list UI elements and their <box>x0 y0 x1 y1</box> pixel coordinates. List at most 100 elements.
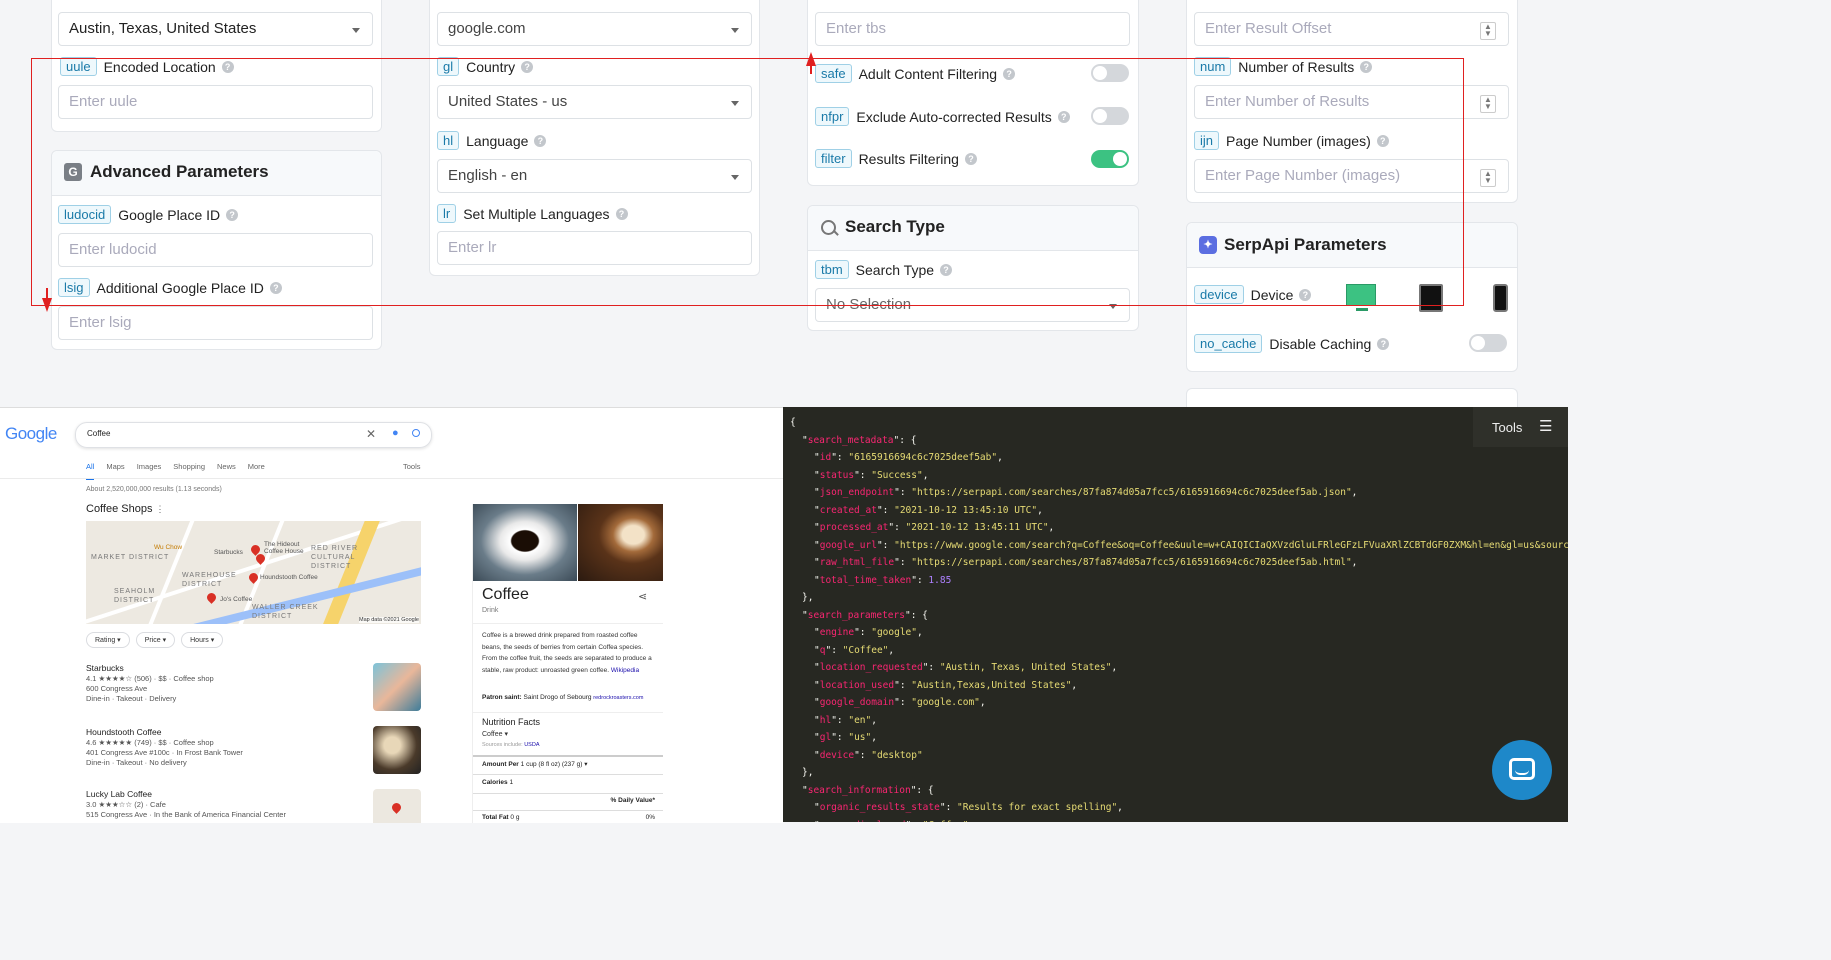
chip-label: Rating <box>95 637 116 644</box>
map-label: Jo's Coffee <box>220 596 253 603</box>
wikipedia-link[interactable]: Wikipedia <box>611 667 639 674</box>
nutrition-item-select[interactable]: Coffee ▾ <box>482 730 508 738</box>
json-line: "google_url": "https://www.google.com/se… <box>814 540 1568 551</box>
microphone-icon[interactable]: ● <box>392 427 399 439</box>
json-key: location_used <box>819 679 895 691</box>
place-map-thumbnail <box>373 789 421 823</box>
sliders-icon: ☰ <box>1539 418 1553 435</box>
tabs-divider <box>0 478 783 479</box>
nutrition-title: Nutrition Facts <box>482 717 541 727</box>
placeholder-text: Enter Result Offset <box>1205 20 1332 37</box>
more-vert-icon[interactable]: ⋮ <box>156 504 165 514</box>
map-label: The Hideout Coffee House <box>264 541 304 555</box>
json-string: "en" <box>848 714 872 726</box>
place-rating: 4.1 ★★★★☆ (506) · $$ · Coffee shop <box>86 674 214 683</box>
kp-image-cup[interactable] <box>473 504 577 581</box>
google-results-preview: Google Coffee ✕ ● All Maps Images Shoppi… <box>0 407 783 823</box>
kp-image-latte[interactable] <box>578 504 663 581</box>
result-stats: About 2,520,000,000 results (1.13 second… <box>86 486 222 493</box>
calories-value: 1 <box>509 779 514 786</box>
place-services: Dine-in · Takeout · Delivery <box>86 694 177 703</box>
kp-divider <box>473 793 663 794</box>
json-key: total_time_taken <box>819 574 912 586</box>
map-label: MARKET DISTRICT <box>91 554 170 561</box>
place-result[interactable]: Houndstooth Coffee 4.6 ★★★★★ (749) · $$ … <box>86 727 366 768</box>
no-cache-toggle[interactable] <box>1469 334 1507 352</box>
stepper-icon[interactable]: ▲ ▼ <box>1480 95 1496 113</box>
google-domain-select[interactable]: google.com <box>437 12 752 46</box>
place-result[interactable]: Lucky Lab Coffee 3.0 ★★★☆☆ (2) · Cafe 51… <box>86 789 366 820</box>
help-icon[interactable]: ? <box>1377 337 1390 350</box>
location-select[interactable]: Austin, Texas, United States <box>58 12 373 46</box>
json-punct: { <box>790 417 796 428</box>
clear-icon[interactable]: ✕ <box>366 427 376 441</box>
price-filter-chip[interactable]: Price ▾ <box>135 632 176 648</box>
map-label: Starbucks <box>214 549 243 556</box>
usda-link[interactable]: USDA <box>524 742 539 748</box>
place-rating: 3.0 ★★★☆☆ (2) · Cafe <box>86 800 166 809</box>
json-string: "google" <box>871 627 917 638</box>
kp-description: Coffee is a brewed drink prepared from r… <box>482 630 657 676</box>
mobile-icon[interactable] <box>1493 284 1508 312</box>
chevron-down-icon <box>352 28 360 33</box>
chat-bubble-button[interactable] <box>1492 740 1552 800</box>
json-line: }, <box>802 592 813 603</box>
stepper-icon[interactable]: ▲ ▼ <box>1480 22 1496 40</box>
json-key: engine <box>819 627 855 638</box>
annotation-arrow-down <box>42 298 52 312</box>
json-punct: }, <box>802 592 814 603</box>
place-result[interactable]: Starbucks 4.1 ★★★★☆ (506) · $$ · Coffee … <box>86 663 366 704</box>
hours-filter-chip[interactable]: Hours ▾ <box>181 632 224 648</box>
stepper-icon[interactable]: ▲ ▼ <box>1480 169 1496 187</box>
lsig-input[interactable]: Enter lsig <box>58 306 373 340</box>
search-icon[interactable] <box>412 429 420 437</box>
place-rating: 4.6 ★★★★★ (749) · $$ · Coffee shop <box>86 738 214 747</box>
knowledge-panel: Coffee ⋖ Drink Coffee is a brewed drink … <box>472 504 663 823</box>
json-key: processed_at <box>819 522 889 533</box>
amount-per[interactable]: Amount Per 1 cup (8 fl oz) (237 g) ▾ <box>482 760 588 768</box>
place-name: Lucky Lab Coffee <box>86 789 152 799</box>
kp-patron: Patron saint: Saint Drogo of Sebourg red… <box>482 694 643 701</box>
json-key: search_parameters <box>807 609 905 621</box>
json-line: "location_requested": "Austin, Texas, Un… <box>814 662 1118 673</box>
kp-subtitle: Drink <box>482 607 499 614</box>
json-key: status <box>819 469 855 481</box>
json-line: "organic_results_state": "Results for ex… <box>814 802 1123 813</box>
json-line: "processed_at": "2021-10-12 13:45:11 UTC… <box>814 522 1055 533</box>
json-key: google_domain <box>819 697 895 708</box>
map-label: WAREHOUSE DISTRICT <box>182 572 237 588</box>
search-box[interactable]: Coffee ✕ ● <box>75 422 432 448</box>
tools-link[interactable]: Tools <box>403 462 421 471</box>
fat-label: Total Fat <box>482 814 509 821</box>
map-label: SEAHOLM DISTRICT <box>114 588 156 604</box>
kp-divider <box>473 774 663 775</box>
local-map[interactable]: Wu Chow Starbucks The Hideout Coffee Hou… <box>86 521 421 624</box>
kp-divider <box>473 623 663 624</box>
json-key: raw_html_file <box>819 557 895 568</box>
json-results-panel: {"search_metadata": {"id": "6165916694c6… <box>783 407 1568 822</box>
calories: Calories 1 <box>482 779 513 786</box>
json-string: "https://serpapi.com/searches/87fa874d05… <box>911 487 1352 498</box>
sources-label: Sources include: <box>482 742 523 748</box>
kp-title: Coffee <box>482 586 529 603</box>
chat-icon <box>1509 758 1535 780</box>
json-line: "location_used": "Austin,Texas,United St… <box>814 679 1078 691</box>
calories-label: Calories <box>482 779 508 786</box>
result-offset-input[interactable]: Enter Result Offset ▲ ▼ <box>1194 12 1509 46</box>
json-key: q <box>819 644 826 656</box>
patron-source-link[interactable]: redrockroasters.com <box>593 695 643 701</box>
rating-filter-chip[interactable]: Rating ▾ <box>86 632 130 648</box>
json-tools-button[interactable]: Tools ☰ <box>1473 407 1568 447</box>
json-line: "google_domain": "google.com", <box>814 697 986 708</box>
map-pin-icon[interactable] <box>205 591 218 604</box>
map-label: WALLER CREEK DISTRICT <box>252 604 319 620</box>
json-key: gl <box>819 732 832 743</box>
share-icon[interactable]: ⋖ <box>638 590 647 603</box>
kp-divider <box>473 712 663 713</box>
place-address: 401 Congress Ave #100c · In Frost Bank T… <box>86 748 243 757</box>
amount-label: Amount Per <box>482 761 519 768</box>
json-viewer[interactable]: {"search_metadata": {"id": "6165916694c6… <box>783 407 1568 822</box>
json-line: "search_metadata": { <box>802 434 917 446</box>
tbs-input[interactable]: Enter tbs <box>815 12 1130 46</box>
patron-value: Saint Drogo of Sebourg <box>523 694 592 701</box>
